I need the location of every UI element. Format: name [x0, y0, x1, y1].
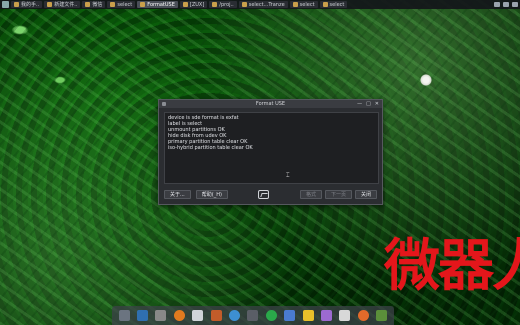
taskbar-label: select...Tranze — [248, 1, 285, 8]
app-launcher-icon[interactable] — [376, 310, 388, 321]
log-output[interactable]: device is sde format is exfat label is s… — [164, 112, 379, 184]
dialog-titlebar[interactable]: Format USE — □ ✕ — [159, 100, 382, 108]
taskbar-item-active[interactable]: FormatUSE — [137, 1, 178, 8]
taskbar-item[interactable]: select — [107, 1, 136, 8]
settings-icon[interactable] — [155, 310, 167, 321]
document-icon[interactable] — [192, 310, 204, 321]
folder-icon — [322, 2, 328, 7]
format-use-dialog: Format USE — □ ✕ device is sde format is… — [158, 99, 383, 205]
taskbar-label: select — [329, 1, 345, 8]
taskbar-item[interactable]: select — [289, 1, 318, 8]
close-icon[interactable]: ✕ — [375, 101, 379, 107]
notes-icon[interactable] — [302, 310, 314, 321]
app-icon — [162, 102, 166, 106]
taskbar-item[interactable]: 微信 — [82, 1, 106, 8]
terminal-icon[interactable] — [137, 310, 149, 321]
help-button[interactable]: 帮助(_H) — [195, 189, 228, 199]
editor-icon[interactable] — [210, 310, 222, 321]
gear-icon[interactable] — [339, 310, 351, 321]
dialog-title: Format USE — [255, 101, 286, 107]
image-viewer-icon[interactable] — [284, 310, 296, 321]
taskbar-item[interactable]: select...Tranze — [238, 1, 288, 8]
browser-icon[interactable] — [229, 310, 241, 321]
close-button[interactable]: 关闭 — [354, 189, 377, 199]
folder-icon — [292, 2, 298, 7]
top-taskbar: 我的手.. 新建文件.. 微信 select FormatUSE [ZUX] /… — [0, 0, 520, 9]
taskbar-label: select — [117, 1, 133, 8]
image-icon — [258, 189, 270, 199]
usb-icon — [140, 2, 146, 7]
clock-icon[interactable] — [512, 2, 518, 7]
folder-icon — [110, 2, 116, 7]
next-button[interactable]: 下一页 — [324, 189, 352, 199]
taskbar-item[interactable]: select — [319, 1, 348, 8]
format-button[interactable]: 格式 — [299, 189, 322, 199]
folder-icon — [241, 2, 247, 7]
button-row: 关于... 帮助(_H) 格式 下一页 关闭 — [164, 189, 377, 199]
terminal-icon — [182, 2, 188, 7]
watermark-text: 微器人 — [384, 234, 520, 299]
taskbar-item[interactable]: 我的手.. — [11, 1, 43, 8]
paint-icon[interactable] — [320, 310, 332, 321]
maximize-icon[interactable]: □ — [366, 101, 371, 107]
taskbar-item[interactable]: [ZUX] — [179, 1, 208, 8]
taskbar-label: select — [299, 1, 315, 8]
wechat-icon — [85, 2, 91, 7]
about-button[interactable]: 关于... — [164, 189, 191, 199]
file-manager-icon[interactable] — [118, 310, 130, 321]
taskbar-label: 我的手.. — [21, 2, 40, 8]
taskbar-label: 微信 — [92, 2, 103, 8]
folder-icon — [212, 2, 218, 7]
firefox-icon[interactable] — [173, 310, 185, 321]
system-tray — [494, 2, 518, 7]
log-line: iso-hybrid partition table clear OK — [168, 145, 253, 151]
app-icon — [14, 2, 19, 7]
taskbar-label: FormatUSE — [147, 1, 175, 8]
network-icon[interactable] — [494, 2, 500, 7]
taskbar-item[interactable]: 新建文件.. — [44, 1, 81, 8]
minimize-icon[interactable]: — — [357, 101, 362, 107]
clover-flower — [420, 74, 432, 86]
folder-icon — [47, 2, 53, 7]
taskbar-label: /proj.. — [219, 1, 234, 8]
taskbar-label: [ZUX] — [189, 1, 205, 8]
media-player-icon[interactable] — [265, 310, 277, 321]
taskbar-item[interactable]: /proj.. — [209, 1, 237, 8]
volume-icon[interactable] — [503, 2, 509, 7]
dock — [112, 306, 394, 325]
taskbar-label: 新建文件.. — [54, 2, 78, 8]
text-cursor-icon: ⌶ — [286, 172, 290, 179]
monitor-icon[interactable] — [247, 310, 259, 321]
ubuntu-icon[interactable] — [357, 310, 369, 321]
start-menu-icon[interactable] — [2, 1, 9, 8]
